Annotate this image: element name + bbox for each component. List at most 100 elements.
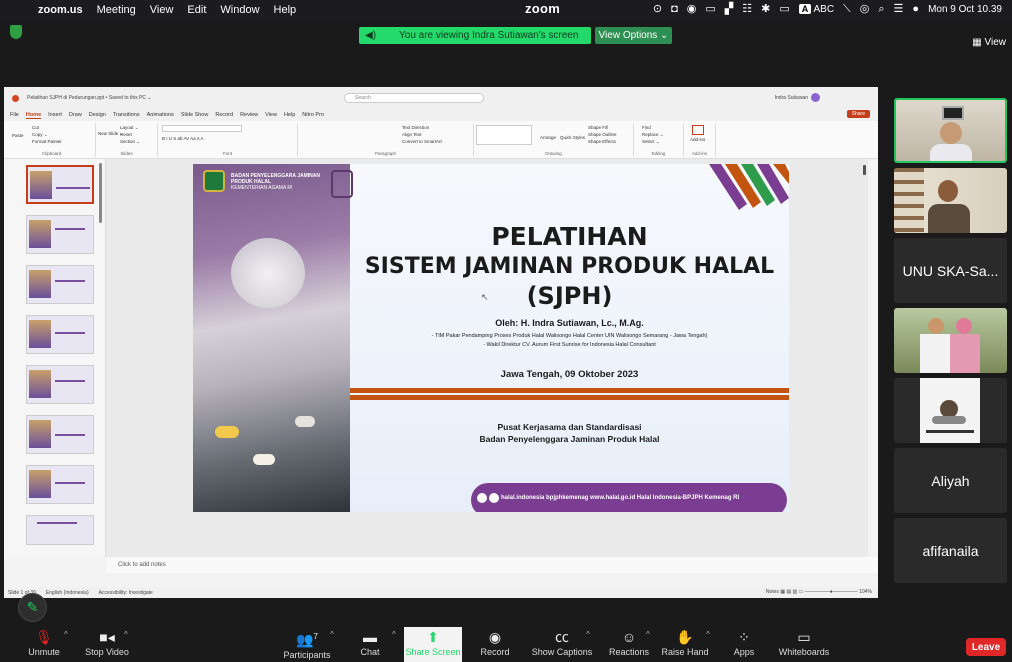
- user-icon[interactable]: ◎: [860, 3, 870, 15]
- menu-app-zoom[interactable]: zoom.us: [38, 4, 83, 16]
- control-center-icon[interactable]: ☰: [894, 3, 904, 15]
- copy-button[interactable]: Copy ⌄: [32, 132, 48, 138]
- slide-thumbnail-5[interactable]: 5: [26, 365, 94, 404]
- arrange-button[interactable]: Arrange: [540, 135, 556, 140]
- add-ins-button[interactable]: Add-ins: [690, 137, 705, 142]
- participant-tile-4[interactable]: [894, 308, 1007, 373]
- menu-meeting[interactable]: Meeting: [97, 4, 136, 16]
- show-captions-button[interactable]: ㏄ Show Captions ^: [530, 627, 594, 662]
- tab-view[interactable]: View: [265, 112, 277, 118]
- slide-thumbnail-6[interactable]: 6: [26, 415, 94, 454]
- screen-record-icon[interactable]: ⊙: [653, 3, 662, 15]
- chevron-up-icon[interactable]: ^: [392, 630, 396, 639]
- text-direction-button[interactable]: Text Direction: [402, 125, 429, 130]
- participant-tile-1[interactable]: [894, 98, 1007, 163]
- section-button[interactable]: Section ⌄: [120, 139, 140, 145]
- cut-button[interactable]: Cut: [32, 125, 39, 130]
- chevron-up-icon[interactable]: ^: [64, 630, 68, 639]
- share-screen-button[interactable]: ⬆ Share Screen: [404, 627, 462, 662]
- participant-tile-2[interactable]: [894, 168, 1007, 233]
- current-slide[interactable]: BADAN PENYELENGGARA JAMINAN PRODUK HALAL…: [193, 164, 789, 512]
- menu-help[interactable]: Help: [274, 4, 297, 16]
- participant-tile-3[interactable]: UNU SKA-Sa...: [894, 238, 1007, 303]
- notes-toggle-button[interactable]: Notes: [766, 589, 779, 595]
- tab-transitions[interactable]: Transitions: [113, 112, 140, 118]
- raise-hand-button[interactable]: ✋ Raise Hand ^: [660, 627, 710, 662]
- accessibility-indicator[interactable]: Accessibility: Investigate: [99, 590, 153, 596]
- participant-tile-6[interactable]: Aliyah: [894, 448, 1007, 513]
- slide-thumbnail-7[interactable]: 7: [26, 465, 94, 504]
- view-button[interactable]: ▦ View: [972, 37, 1006, 48]
- tab-nitro-pro[interactable]: Nitro Pro: [302, 112, 324, 118]
- input-source-icon[interactable]: A ABC: [798, 3, 834, 15]
- shape-outline-button[interactable]: Shape Outline: [588, 132, 617, 137]
- chevron-up-icon[interactable]: ^: [646, 630, 650, 639]
- stop-video-button[interactable]: ■◂ Stop Video ^: [78, 627, 136, 662]
- canvas-scrollbar[interactable]: [863, 165, 866, 175]
- whiteboards-button[interactable]: ▭ Whiteboards: [776, 627, 832, 662]
- notes-pane[interactable]: Click to add notes: [106, 557, 878, 573]
- font-name-select[interactable]: [162, 125, 242, 132]
- clock[interactable]: Mon 9 Oct 10.39: [928, 4, 1002, 15]
- tab-insert[interactable]: Insert: [48, 112, 62, 118]
- shape-fill-button[interactable]: Shape Fill: [588, 125, 608, 130]
- zoom-level[interactable]: 104%: [859, 589, 872, 595]
- zoom-status-logo[interactable]: zoom: [525, 1, 560, 16]
- security-shield-icon[interactable]: [10, 25, 22, 39]
- quick-styles-button[interactable]: Quick Styles: [560, 135, 585, 140]
- participant-tile-5[interactable]: [894, 378, 1007, 443]
- align-text-button[interactable]: Align Text: [402, 132, 421, 137]
- smartart-button[interactable]: Convert to SmartArt: [402, 139, 442, 144]
- menu-window[interactable]: Window: [220, 4, 259, 16]
- slide-thumbnail-8[interactable]: 8: [26, 515, 94, 545]
- tab-home[interactable]: Home: [25, 112, 42, 119]
- apps-button[interactable]: ⁘ Apps: [732, 627, 756, 662]
- unmute-button[interactable]: 🎙 Unmute ^: [22, 627, 68, 662]
- participants-button[interactable]: 👥7 Participants ^: [276, 627, 338, 662]
- format-painter-button[interactable]: Format Painter: [32, 139, 62, 144]
- add-ins-icon[interactable]: [692, 125, 704, 135]
- message-icon[interactable]: ▭: [705, 3, 715, 15]
- tab-draw[interactable]: Draw: [69, 112, 82, 118]
- find-button[interactable]: Find: [642, 125, 651, 130]
- menu-view[interactable]: View: [150, 4, 174, 16]
- language-indicator[interactable]: English (Indonesia): [46, 590, 89, 596]
- slide-thumbnail-1[interactable]: 1: [26, 165, 94, 204]
- record-button[interactable]: ◉ Record: [478, 627, 512, 662]
- slide-thumbnails[interactable]: 1 2 3 4 5 6 7 8: [4, 159, 106, 557]
- ppt-search-input[interactable]: Search: [344, 93, 484, 103]
- tab-help[interactable]: Help: [284, 112, 295, 118]
- reset-button[interactable]: Reset: [120, 132, 132, 137]
- ppt-share-button[interactable]: Share: [846, 110, 870, 118]
- siri-icon[interactable]: ●: [912, 3, 919, 15]
- tab-file[interactable]: File: [10, 112, 19, 118]
- search-icon[interactable]: ⌕: [878, 3, 884, 15]
- chrome-icon[interactable]: ◉: [687, 3, 697, 15]
- thumbnails-scrollbar[interactable]: [99, 163, 102, 223]
- battery-icon[interactable]: ▭: [779, 3, 789, 15]
- app-status-icon[interactable]: ◘: [671, 3, 678, 15]
- chevron-up-icon[interactable]: ^: [124, 630, 128, 639]
- participant-tile-7[interactable]: afifanaila: [894, 518, 1007, 583]
- chevron-up-icon[interactable]: ^: [586, 630, 590, 639]
- shape-effects-button[interactable]: Shape Effects: [588, 139, 616, 144]
- menu-edit[interactable]: Edit: [187, 4, 206, 16]
- view-options-button[interactable]: View Options ⌄: [595, 27, 672, 44]
- annotate-pencil-icon[interactable]: ✎: [18, 593, 47, 622]
- chat-button[interactable]: ▬ Chat ^: [356, 627, 395, 662]
- font-format-buttons[interactable]: B I U S ab AV Aa A A: [162, 136, 203, 141]
- tab-review[interactable]: Review: [240, 112, 258, 118]
- replace-button[interactable]: Replace ⌄: [642, 132, 664, 138]
- tab-record[interactable]: Record: [215, 112, 233, 118]
- chevron-up-icon[interactable]: ^: [330, 630, 334, 639]
- reactions-button[interactable]: ☺ Reactions ^: [604, 627, 654, 662]
- shapes-gallery[interactable]: [476, 125, 532, 145]
- slide-thumbnail-4[interactable]: 4: [26, 315, 94, 354]
- paste-button[interactable]: Paste: [12, 133, 24, 138]
- bluetooth-icon[interactable]: ✱: [761, 3, 770, 15]
- chevron-up-icon[interactable]: ^: [706, 630, 710, 639]
- layout-button[interactable]: Layout ⌄: [120, 125, 139, 131]
- tab-design[interactable]: Design: [89, 112, 106, 118]
- select-button[interactable]: Select ⌄: [642, 139, 660, 145]
- tab-slide-show[interactable]: Slide Show: [181, 112, 209, 118]
